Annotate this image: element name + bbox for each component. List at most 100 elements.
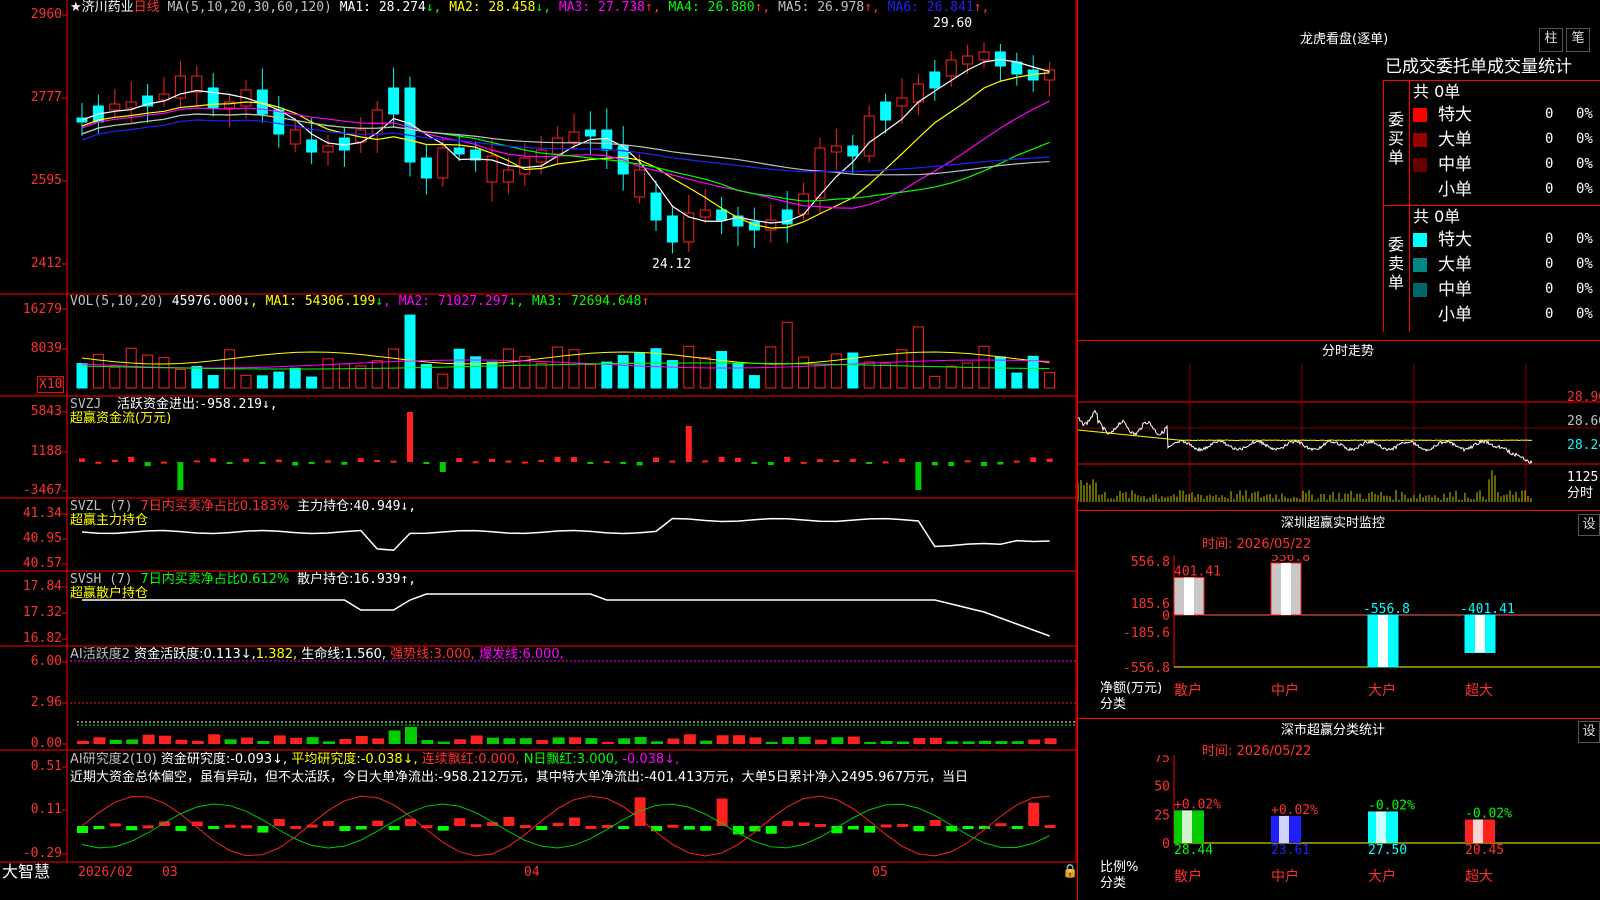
svsh-subtitle: 超赢散户持仓 bbox=[70, 586, 149, 601]
ai1-bar bbox=[191, 740, 204, 744]
volume-bar bbox=[207, 375, 219, 389]
ai1-ytick-3: 0.00 bbox=[30, 736, 62, 751]
svzj-bar bbox=[144, 462, 151, 467]
lhb-sell-row-4-swatch bbox=[1413, 308, 1427, 322]
ai2-bar bbox=[355, 826, 367, 830]
lhb-sell-row-2-percent: 0% bbox=[1576, 256, 1593, 272]
intraday-title[interactable]: 分时走势 bbox=[1322, 344, 1374, 359]
svzj-value: -958.219 bbox=[199, 397, 262, 412]
svzj-bar bbox=[538, 459, 545, 462]
ai2-v4: 3.000, bbox=[576, 752, 619, 767]
lhb-buy-row-1-swatch bbox=[1413, 108, 1427, 122]
ma5-line bbox=[81, 113, 1050, 176]
monitor-top-border bbox=[1078, 510, 1600, 511]
svzj-bar bbox=[931, 462, 938, 466]
monitor-settings-button[interactable]: 设 bbox=[1578, 514, 1600, 536]
svzj-bar bbox=[161, 461, 167, 464]
monitor-ytick-1: 556.8 bbox=[1131, 555, 1170, 570]
classify-bar-pct: -0.02% bbox=[1368, 798, 1415, 813]
ai2-t5: -0.038 bbox=[622, 752, 665, 767]
volume-bar bbox=[781, 321, 793, 389]
candle-body bbox=[1011, 61, 1023, 75]
monitor-bar-label: 401.41 bbox=[1174, 565, 1221, 580]
ai2-a1: ↓, bbox=[272, 752, 288, 767]
svzj-bar bbox=[669, 460, 676, 463]
stock-name[interactable]: ★济川药业 bbox=[70, 0, 134, 15]
lhb-sell-row-1: 特大 0 0% bbox=[1413, 229, 1600, 251]
svzj-bars bbox=[79, 412, 1053, 490]
ai1-bar bbox=[224, 739, 237, 744]
lock-icon[interactable]: 🔒 bbox=[1062, 864, 1078, 879]
svzj-bar bbox=[997, 462, 1004, 465]
classify-bar-name: 超大 bbox=[1465, 869, 1493, 885]
lhb-sell-row-3-value: 0 bbox=[1545, 281, 1554, 297]
classify-bar-pct: +0.02% bbox=[1271, 803, 1318, 818]
candle-body bbox=[502, 169, 514, 183]
classify-bar-highlight bbox=[1182, 810, 1192, 843]
svsh-label: SVSH (7) bbox=[70, 572, 133, 587]
classify-settings-button[interactable]: 设 bbox=[1578, 721, 1600, 743]
main-ytick-1: 2960 bbox=[30, 7, 62, 22]
volume-bar bbox=[191, 365, 203, 389]
lhb-buy-row-1-label: 特大 bbox=[1438, 105, 1472, 125]
lhb-tick-button[interactable]: 笔 bbox=[1566, 28, 1590, 52]
volume-bar bbox=[306, 376, 318, 389]
candle-body bbox=[125, 101, 137, 109]
ai1-bar bbox=[569, 737, 581, 744]
ai1-bar bbox=[323, 741, 335, 744]
svzj-bar bbox=[603, 461, 610, 464]
lhb-sell-row-3-label: 中单 bbox=[1438, 280, 1472, 300]
lhb-buy-row-3-label: 中单 bbox=[1438, 155, 1472, 175]
intraday-vol-tick: 1125 bbox=[1567, 470, 1599, 485]
svzj-bar bbox=[767, 462, 774, 466]
svzj-bar bbox=[193, 460, 200, 463]
vol-ma3-arrow: ↑ bbox=[641, 294, 650, 309]
ai1-bar bbox=[241, 737, 253, 744]
svzj-bar bbox=[472, 461, 479, 464]
svzj-header: SVZJ 活跃资金进出:-958.219↓, bbox=[70, 397, 278, 412]
classify-bar-value: 28.44 bbox=[1174, 843, 1213, 858]
lhb-buy-row-4-percent: 0% bbox=[1576, 181, 1593, 197]
svzj-bar bbox=[341, 462, 348, 465]
ai1-v1: 0.113 bbox=[203, 647, 241, 662]
candle-body bbox=[437, 147, 449, 179]
high-marker: 29.60 bbox=[933, 16, 972, 31]
monitor-bar-1: 401.41 散户 bbox=[1173, 565, 1221, 699]
ai2-bar bbox=[437, 826, 449, 831]
svzj-bar bbox=[210, 458, 217, 462]
monitor-bar-4: -401.41 超大 bbox=[1460, 602, 1515, 699]
vol-unit[interactable]: X10 bbox=[37, 376, 65, 393]
period-label[interactable]: 日线 bbox=[134, 0, 160, 15]
svzj-bar bbox=[948, 462, 955, 466]
ai1-bar bbox=[339, 738, 352, 744]
candle-body bbox=[666, 215, 678, 243]
ai1-bar bbox=[126, 739, 139, 744]
svzl-ratio: 7日内买卖净占比0.183% bbox=[140, 499, 290, 514]
candle-body bbox=[552, 137, 564, 155]
ma6-value: 26.841 bbox=[918, 0, 974, 15]
volume-bar bbox=[142, 354, 154, 389]
candle-body bbox=[929, 71, 941, 89]
ai2-bar bbox=[109, 823, 121, 827]
volume-bar bbox=[338, 363, 350, 389]
monitor-bar-label: -401.41 bbox=[1460, 602, 1515, 617]
intraday-chart[interactable] bbox=[1078, 364, 1600, 502]
svzl-subtitle: 超赢主力持仓 bbox=[70, 513, 149, 528]
lhb-sell-row-3-percent: 0% bbox=[1576, 281, 1593, 297]
candle-body bbox=[978, 51, 990, 61]
svzl-label: SVZL (7) bbox=[70, 499, 133, 514]
lhb-sell-count: 共 0单 bbox=[1413, 207, 1461, 226]
ai1-bar bbox=[782, 737, 795, 744]
lhb-bar-button[interactable]: 柱 bbox=[1539, 28, 1563, 52]
svzj-bar bbox=[981, 462, 987, 466]
candle-body bbox=[584, 129, 596, 137]
volume-bar bbox=[994, 356, 1006, 389]
ai1-bar bbox=[864, 741, 877, 744]
lhb-divider-mid bbox=[1383, 205, 1600, 206]
classify-top-border bbox=[1078, 718, 1600, 719]
dzh-logo[interactable]: 大智慧 bbox=[2, 862, 50, 882]
ai2-bar bbox=[93, 826, 105, 830]
ma1-label: MA1: bbox=[339, 0, 372, 15]
ai1-bar bbox=[536, 740, 549, 744]
vol-arrow: ↓ bbox=[242, 294, 251, 309]
